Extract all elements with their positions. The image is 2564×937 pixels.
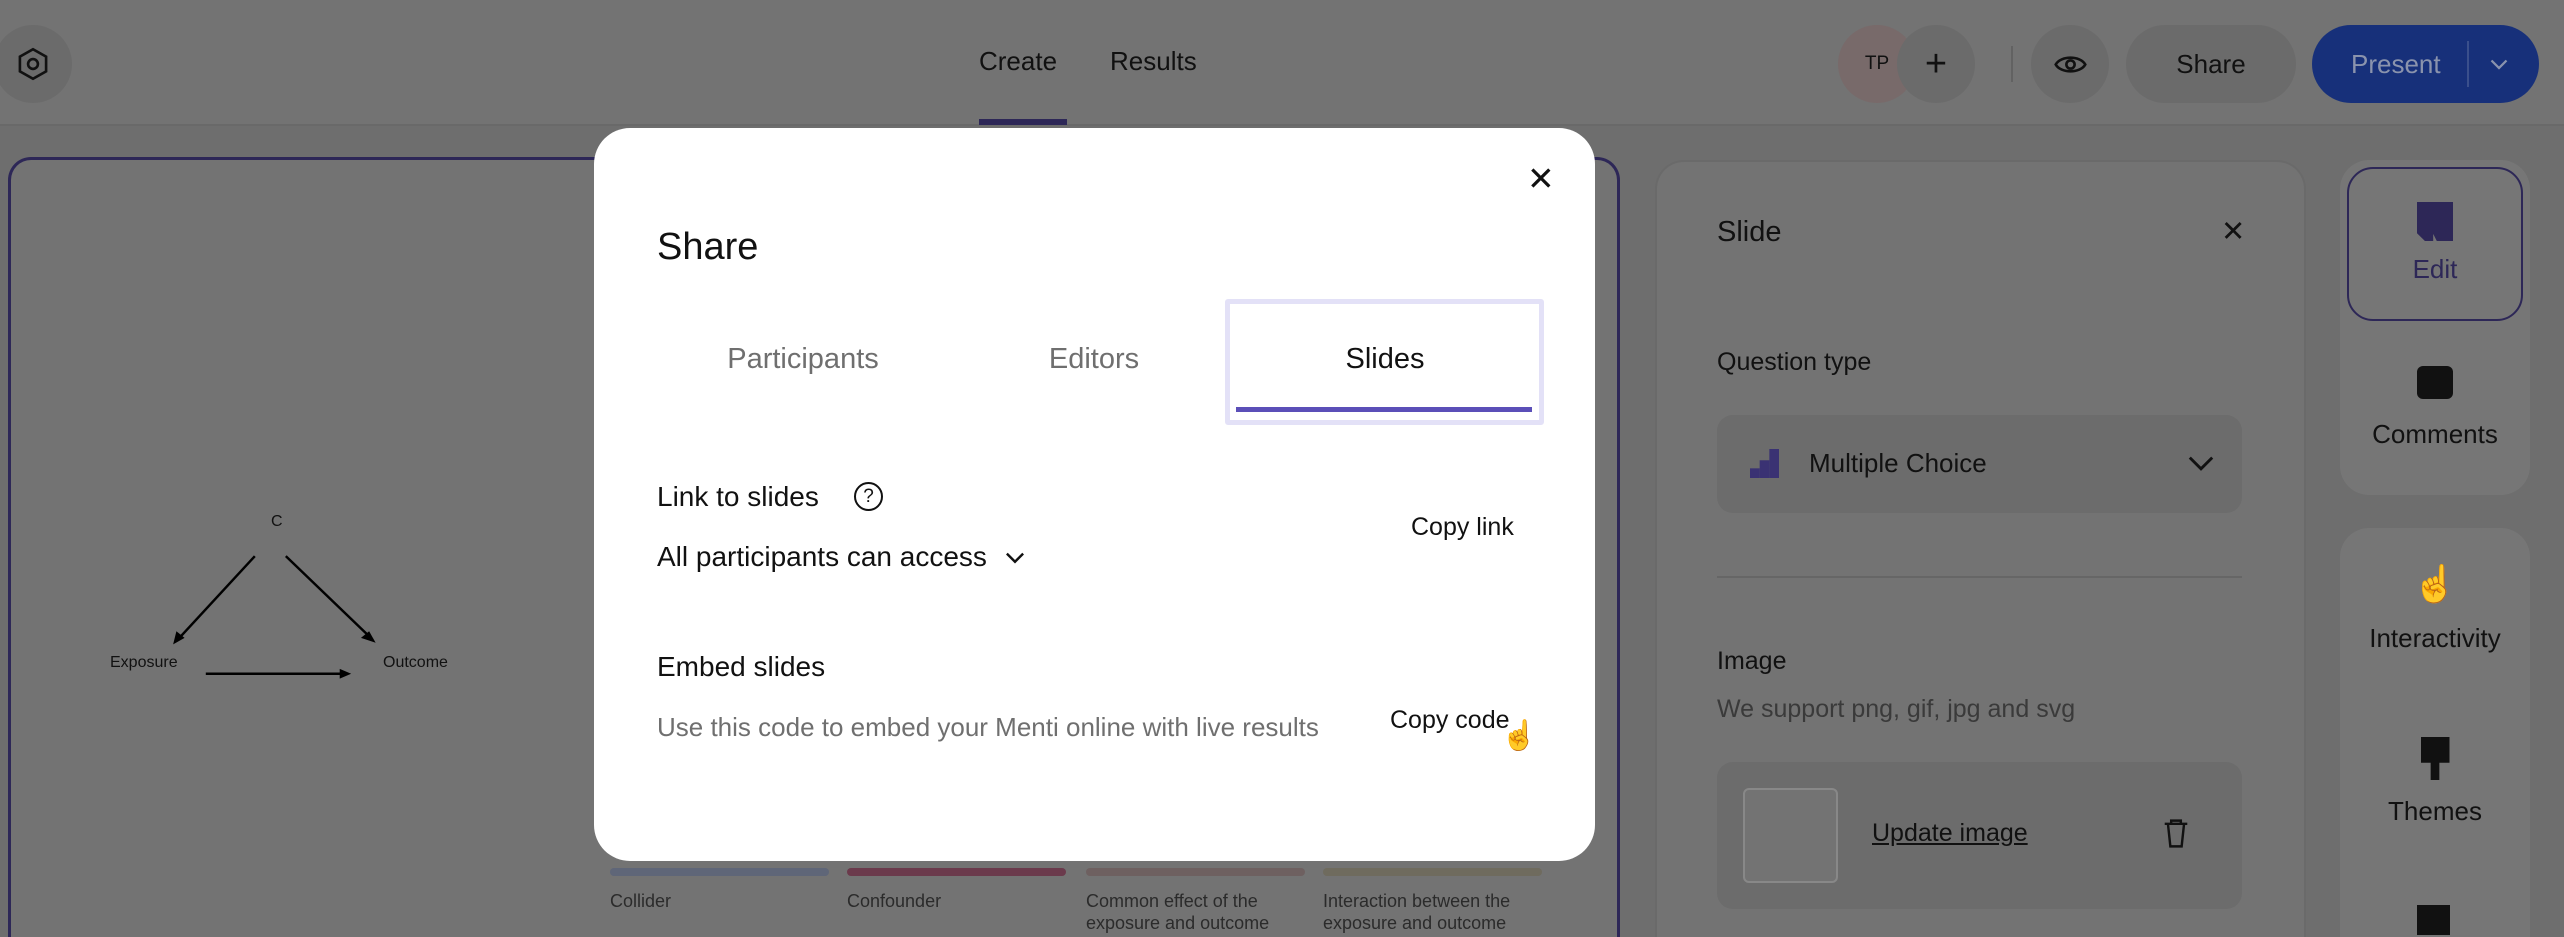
option-label: Interaction between the exposure and out… (1323, 891, 1511, 933)
question-type-value: Multiple Choice (1809, 448, 1987, 478)
edit-icon (2417, 202, 2453, 241)
dag-node-exposure: Exposure (110, 654, 178, 671)
image-hint: We support png, gif, jpg and svg (1717, 695, 2076, 723)
sidebar-item-edit[interactable]: Edit (2347, 167, 2523, 321)
option-bar-2 (847, 868, 1066, 876)
embed-section-title: Embed slides (657, 651, 826, 682)
sidebar-item-themes[interactable]: Themes (2340, 737, 2530, 827)
tap-icon: ☝ (2412, 563, 2458, 604)
dag-node-c: C (271, 513, 283, 530)
preview-button[interactable] (2031, 25, 2109, 103)
close-dialog-icon[interactable]: ✕ (1527, 159, 1555, 198)
tab-participants[interactable]: Participants (664, 343, 942, 376)
share-button[interactable]: Share (2126, 25, 2296, 103)
dag-node-outcome: Outcome (383, 654, 448, 671)
image-label: Image (1717, 647, 1787, 675)
brush-icon (2420, 737, 2450, 780)
sidebar-item-interactivity[interactable]: ☝ Interactivity (2340, 564, 2530, 654)
chevron-down-icon[interactable] (2489, 59, 2509, 71)
add-collaborator-button[interactable]: + (1897, 25, 1975, 103)
option-bar-4 (1323, 868, 1542, 876)
close-panel-icon[interactable]: ✕ (2221, 214, 2245, 249)
tab-active-indicator (979, 119, 1067, 125)
hand-cursor-icon: ☝ (1501, 720, 1538, 752)
comment-icon (2417, 366, 2453, 399)
sidebar-item-label: Themes (2388, 796, 2482, 826)
option-bar-3 (1086, 868, 1305, 876)
divider (2467, 41, 2469, 87)
option-label: Common effect of the exposure and outcom… (1086, 891, 1270, 933)
sidebar-item-label: Interactivity (2369, 623, 2501, 653)
bar-chart-icon (1750, 449, 1779, 478)
panel-title: Slide (1717, 216, 1782, 248)
settings-hex-icon (18, 47, 48, 81)
link-section-title: Link to slides (657, 481, 819, 512)
embed-description: Use this code to embed your Menti online… (657, 712, 1319, 742)
sidebar-item-label: Comments (2372, 419, 2498, 449)
tab-active-indicator (1236, 407, 1532, 412)
sidebar-item-comments[interactable]: Comments (2340, 366, 2530, 450)
present-label: Present (2351, 48, 2441, 79)
tab-slides[interactable]: Slides (1246, 343, 1524, 376)
tab-results[interactable]: Results (1110, 46, 1197, 77)
divider (1717, 576, 2242, 578)
tab-create[interactable]: Create (979, 46, 1057, 77)
dialog-title: Share (657, 226, 759, 268)
copy-link-button[interactable]: Copy link (1411, 513, 1514, 542)
option-bar-1 (610, 868, 829, 876)
present-button[interactable]: Present (2312, 25, 2539, 103)
sidebar-group: ☝ Interactivity Themes (2340, 528, 2530, 937)
image-card: Update image (1717, 762, 2242, 909)
chevron-down-icon (2188, 456, 2214, 471)
question-type-label: Question type (1717, 348, 1872, 376)
copy-code-button[interactable]: Copy code (1390, 706, 1510, 735)
image-thumbnail (1743, 788, 1838, 883)
chevron-down-icon (1005, 552, 1024, 564)
eye-icon (2053, 55, 2087, 73)
tab-editors[interactable]: Editors (955, 343, 1233, 376)
option-label: Confounder (847, 891, 942, 911)
library-icon[interactable] (2417, 905, 2450, 935)
option-label: Collider (610, 891, 672, 911)
update-image-link[interactable]: Update image (1872, 819, 2028, 848)
help-icon[interactable]: ? (854, 482, 883, 511)
divider (2011, 46, 2013, 82)
trash-icon[interactable] (2163, 819, 2189, 848)
access-dropdown[interactable]: All participants can access (657, 541, 1025, 573)
sidebar-item-label: Edit (2412, 254, 2458, 284)
sidebar-group: Edit Comments (2340, 160, 2530, 495)
question-type-select[interactable]: Multiple Choice (1717, 415, 2242, 513)
access-value: All participants can access (657, 541, 987, 572)
plus-icon: + (1924, 42, 1948, 85)
